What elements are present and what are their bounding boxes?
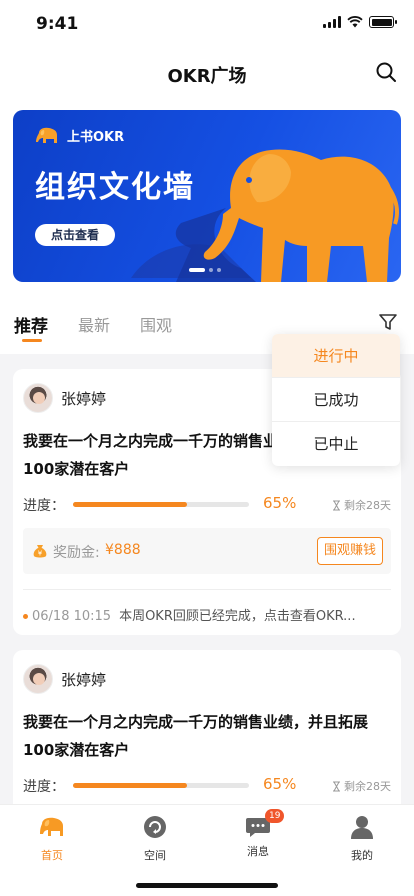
- remaining-text: 剩余28天: [344, 499, 391, 512]
- remaining-days: 剩余28天: [332, 497, 391, 513]
- banner-view-button[interactable]: 点击查看: [35, 224, 115, 246]
- tabbar-label: 我的: [351, 849, 373, 862]
- status-time: 9:41: [36, 14, 79, 34]
- tabbar-messages[interactable]: 19 消息: [228, 809, 288, 859]
- home-indicator: [136, 883, 278, 888]
- progress-percent: 65%: [263, 775, 297, 793]
- banner-brand-name: 上书OKR: [67, 130, 125, 145]
- avatar[interactable]: [23, 664, 53, 694]
- user-name[interactable]: 张婷婷: [61, 669, 106, 690]
- user-name[interactable]: 张婷婷: [61, 388, 106, 409]
- filter-option-stopped[interactable]: 已中止: [272, 422, 400, 466]
- remaining-text: 剩余28天: [344, 780, 391, 793]
- svg-text:¥: ¥: [38, 550, 43, 558]
- update-text: 本周OKR回顾已经完成，点击查看OKR...: [119, 609, 356, 624]
- progress-percent: 65%: [263, 494, 297, 512]
- page-title: OKR广场: [167, 66, 247, 87]
- progress-label: 进度：: [23, 498, 65, 514]
- active-tab-indicator: [22, 339, 42, 342]
- hourglass-icon: [333, 781, 340, 791]
- tabbar-home[interactable]: 首页: [22, 815, 82, 863]
- update-time: 06/18 10:15: [32, 609, 112, 624]
- watch-earn-button[interactable]: 围观赚钱: [317, 537, 383, 565]
- okr-card[interactable]: 张婷婷 我要在一个月之内完成一千万的销售业绩，并且拓展100家潜在客户 进度： …: [13, 650, 401, 820]
- money-bag-icon: ¥: [33, 545, 47, 558]
- status-filter-menu: 进行中 已成功 已中止: [272, 334, 400, 466]
- tabbar-space[interactable]: 空间: [125, 815, 185, 863]
- unread-badge: 19: [265, 809, 285, 823]
- progress-bar: [73, 783, 249, 788]
- card-user: 张婷婷: [23, 664, 106, 694]
- filter-option-in-progress[interactable]: 进行中: [272, 334, 400, 378]
- reward-label: 奖励金:: [53, 545, 100, 561]
- progress-row: 进度： 65% 剩余28天: [23, 774, 391, 796]
- banner-section: 上书OKR 组织文化墙 点击查看: [0, 100, 414, 292]
- tab-watching[interactable]: 围观: [140, 312, 172, 336]
- banner-pagination: [189, 268, 221, 272]
- okr-goal: 我要在一个月之内完成一千万的销售业绩，并且拓展100家潜在客户: [23, 713, 369, 759]
- tab-latest[interactable]: 最新: [78, 312, 110, 336]
- reward-amount: ¥888: [105, 542, 141, 558]
- filter-option-succeeded[interactable]: 已成功: [272, 378, 400, 422]
- progress-label: 进度：: [23, 779, 65, 795]
- progress-fill: [73, 502, 188, 507]
- reward-box: ¥ 奖励金: ¥888 围观赚钱: [23, 528, 391, 574]
- profile-icon: [351, 816, 373, 839]
- elephant-illustration-icon: [131, 149, 399, 282]
- hourglass-icon: [333, 500, 340, 510]
- card-user: 张婷婷: [23, 383, 106, 413]
- wifi-icon: [347, 16, 363, 28]
- nav-bar: OKR广场: [0, 48, 414, 100]
- banner-brand: 上书OKR: [35, 126, 124, 145]
- filter-icon[interactable]: [378, 312, 398, 332]
- tabbar-profile[interactable]: 我的: [332, 815, 392, 863]
- tab-recommended[interactable]: 推荐: [14, 312, 48, 337]
- remaining-days: 剩余28天: [332, 778, 391, 794]
- signal-icon: [323, 16, 341, 28]
- update-dot-icon: [23, 614, 28, 619]
- battery-icon: [369, 16, 397, 28]
- elephant-icon: [40, 817, 63, 836]
- divider: [23, 589, 391, 590]
- progress-bar: [73, 502, 249, 507]
- culture-banner[interactable]: 上书OKR 组织文化墙 点击查看: [13, 110, 401, 282]
- tabbar-label: 消息: [247, 845, 269, 858]
- space-icon: [144, 816, 166, 838]
- tabbar-label: 首页: [41, 849, 63, 862]
- okr-update[interactable]: 06/18 10:15 本周OKR回顾已经完成，点击查看OKR...: [23, 605, 391, 624]
- status-icons: [323, 16, 397, 28]
- tabbar-label: 空间: [144, 849, 166, 862]
- bottom-tab-bar: 首页 空间 19 消息 我的: [0, 804, 414, 896]
- status-bar: 9:41: [0, 0, 414, 48]
- progress-row: 进度： 65% 剩余28天: [23, 493, 391, 515]
- progress-fill: [73, 783, 188, 788]
- search-icon[interactable]: [374, 60, 398, 84]
- avatar[interactable]: [23, 383, 53, 413]
- brand-elephant-icon: [36, 127, 57, 143]
